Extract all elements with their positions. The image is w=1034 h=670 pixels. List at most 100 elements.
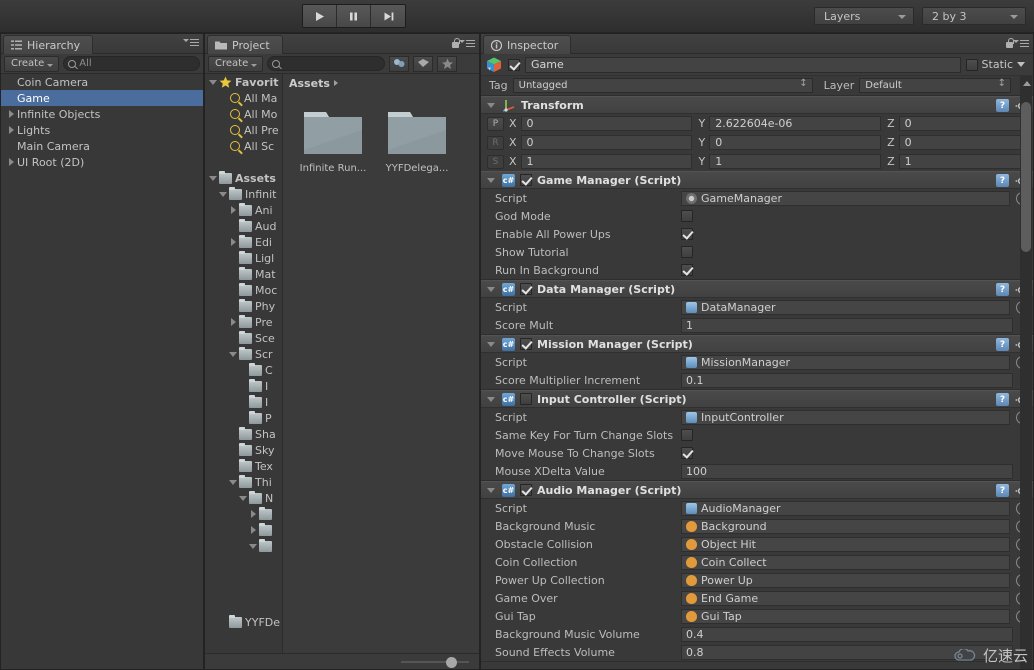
static-checkbox[interactable] <box>965 58 978 71</box>
project-create-button[interactable]: Create <box>208 55 264 72</box>
component-header-1[interactable]: c# Data Manager (Script)? <box>481 280 1033 298</box>
transform-r-y-field[interactable]: 0 <box>709 135 882 150</box>
property-object-field[interactable]: Background <box>681 518 1010 534</box>
component-enabled-checkbox[interactable] <box>520 484 532 496</box>
project-tree-item-23[interactable]: Sky <box>205 442 282 458</box>
transform-p-z-field[interactable]: 0 <box>898 116 1027 131</box>
project-tree-item-3[interactable]: All Pre <box>205 122 282 138</box>
property-checkbox[interactable] <box>681 429 693 441</box>
zoom-slider-knob[interactable] <box>446 657 457 668</box>
project-tree-item-21[interactable]: P <box>205 410 282 426</box>
component-enabled-checkbox[interactable] <box>520 393 532 405</box>
foldout-icon[interactable] <box>247 544 259 549</box>
component-foldout-icon[interactable] <box>485 287 497 292</box>
component-header-transform[interactable]: Transform ? <box>481 96 1033 114</box>
layers-dropdown[interactable]: Layers <box>814 7 914 25</box>
component-enabled-checkbox[interactable] <box>520 338 532 350</box>
foldout-icon[interactable] <box>227 480 239 485</box>
project-tree-item-19[interactable]: I <box>205 378 282 394</box>
hierarchy-item-3[interactable]: Lights <box>1 122 203 138</box>
hierarchy-menu-icon[interactable] <box>183 38 199 47</box>
property-text-field[interactable]: 0.1 <box>681 372 1013 388</box>
property-text-field[interactable]: 1 <box>681 317 1013 333</box>
project-tree-item-12[interactable]: Mat <box>205 266 282 282</box>
property-object-field[interactable]: End Game <box>681 590 1010 606</box>
foldout-icon[interactable] <box>5 158 17 166</box>
property-text-field[interactable]: 100 <box>681 463 1013 479</box>
project-tree-item-28[interactable] <box>205 522 282 538</box>
foldout-icon[interactable] <box>207 80 219 85</box>
inspector-scroll-thumb[interactable] <box>1021 102 1031 252</box>
property-object-field[interactable]: GameManager <box>681 190 1010 206</box>
project-tree-item-13[interactable]: Moc <box>205 282 282 298</box>
hierarchy-item-2[interactable]: Infinite Objects <box>1 106 203 122</box>
component-header-4[interactable]: c# Audio Manager (Script)? <box>481 481 1033 499</box>
property-checkbox[interactable] <box>681 264 693 276</box>
component-foldout-icon[interactable] <box>485 178 497 183</box>
foldout-icon[interactable] <box>5 110 17 118</box>
project-tree-item-29[interactable] <box>205 538 282 554</box>
layout-dropdown[interactable]: 2 by 3 <box>922 7 1026 25</box>
project-tree-item-yyfdelegate[interactable]: YYFDe <box>205 614 282 630</box>
project-tree-item-16[interactable]: Sce <box>205 330 282 346</box>
hierarchy-item-1[interactable]: Game <box>1 90 203 106</box>
project-tree-item-2[interactable]: All Mo <box>205 106 282 122</box>
step-button[interactable] <box>371 5 405 27</box>
help-icon[interactable]: ? <box>996 338 1009 351</box>
tab-project[interactable]: Project <box>207 35 283 54</box>
component-header-0[interactable]: c# Game Manager (Script)? <box>481 171 1033 189</box>
help-icon[interactable]: ? <box>996 393 1009 406</box>
project-tree-item-10[interactable]: Edi <box>205 234 282 250</box>
play-button[interactable] <box>303 5 337 27</box>
component-enabled-checkbox[interactable] <box>520 283 532 295</box>
project-tree-item-22[interactable]: Sha <box>205 426 282 442</box>
project-tree-item-11[interactable]: Ligl <box>205 250 282 266</box>
foldout-icon[interactable] <box>237 496 249 501</box>
property-checkbox[interactable] <box>681 228 693 240</box>
favorite-button[interactable] <box>437 55 458 72</box>
project-tree-item-8[interactable]: Ani <box>205 202 282 218</box>
transform-s-z-field[interactable]: 1 <box>898 154 1027 169</box>
component-foldout-icon[interactable] <box>485 342 497 347</box>
transform-foldout-icon[interactable] <box>485 103 497 108</box>
component-foldout-icon[interactable] <box>485 397 497 402</box>
project-tree-item-5[interactable] <box>205 154 282 170</box>
component-header-2[interactable]: c# Mission Manager (Script)? <box>481 335 1033 353</box>
project-search-input[interactable] <box>267 56 386 71</box>
project-tree-item-1[interactable]: All Ma <box>205 90 282 106</box>
project-menu-icon[interactable] <box>459 39 475 48</box>
hierarchy-item-0[interactable]: Coin Camera <box>1 74 203 90</box>
project-tree-item-17[interactable]: Scr <box>205 346 282 362</box>
property-checkbox[interactable] <box>681 447 693 459</box>
transform-handle-R[interactable]: R <box>487 135 504 150</box>
project-tree-item-7[interactable]: Infinit <box>205 186 282 202</box>
transform-p-x-field[interactable]: 0 <box>520 116 693 131</box>
property-checkbox[interactable] <box>681 210 693 222</box>
project-tree-item-18[interactable]: C <box>205 362 282 378</box>
asset-item-0[interactable]: Infinite Run... <box>297 104 369 174</box>
help-icon[interactable]: ? <box>996 484 1009 497</box>
foldout-icon[interactable] <box>227 206 239 214</box>
hierarchy-item-4[interactable]: Main Camera <box>1 138 203 154</box>
property-object-field[interactable]: InputController <box>681 409 1010 425</box>
transform-s-x-field[interactable]: 1 <box>520 154 693 169</box>
zoom-slider-track[interactable] <box>401 661 469 663</box>
object-name-field[interactable]: Game <box>525 56 961 73</box>
filter-by-label-button[interactable] <box>413 55 434 72</box>
foldout-icon[interactable] <box>247 526 259 534</box>
transform-handle-S[interactable]: S <box>487 154 504 169</box>
property-object-field[interactable]: MissionManager <box>681 354 1010 370</box>
layer-dropdown[interactable]: Default <box>859 78 1011 93</box>
foldout-icon[interactable] <box>227 238 239 246</box>
scroll-up-icon[interactable] <box>1023 81 1031 86</box>
project-tree-item-14[interactable]: Phy <box>205 298 282 314</box>
object-enabled-checkbox[interactable] <box>508 58 520 71</box>
foldout-icon[interactable] <box>227 352 239 357</box>
asset-item-1[interactable]: YYFDelega... <box>381 104 453 174</box>
project-tree-item-4[interactable]: All Sc <box>205 138 282 154</box>
foldout-icon[interactable] <box>217 192 229 197</box>
project-tree-item-0[interactable]: Favorit <box>205 74 282 90</box>
project-tree-item-25[interactable]: Thi <box>205 474 282 490</box>
foldout-icon[interactable] <box>247 510 259 518</box>
foldout-icon[interactable] <box>227 318 239 326</box>
